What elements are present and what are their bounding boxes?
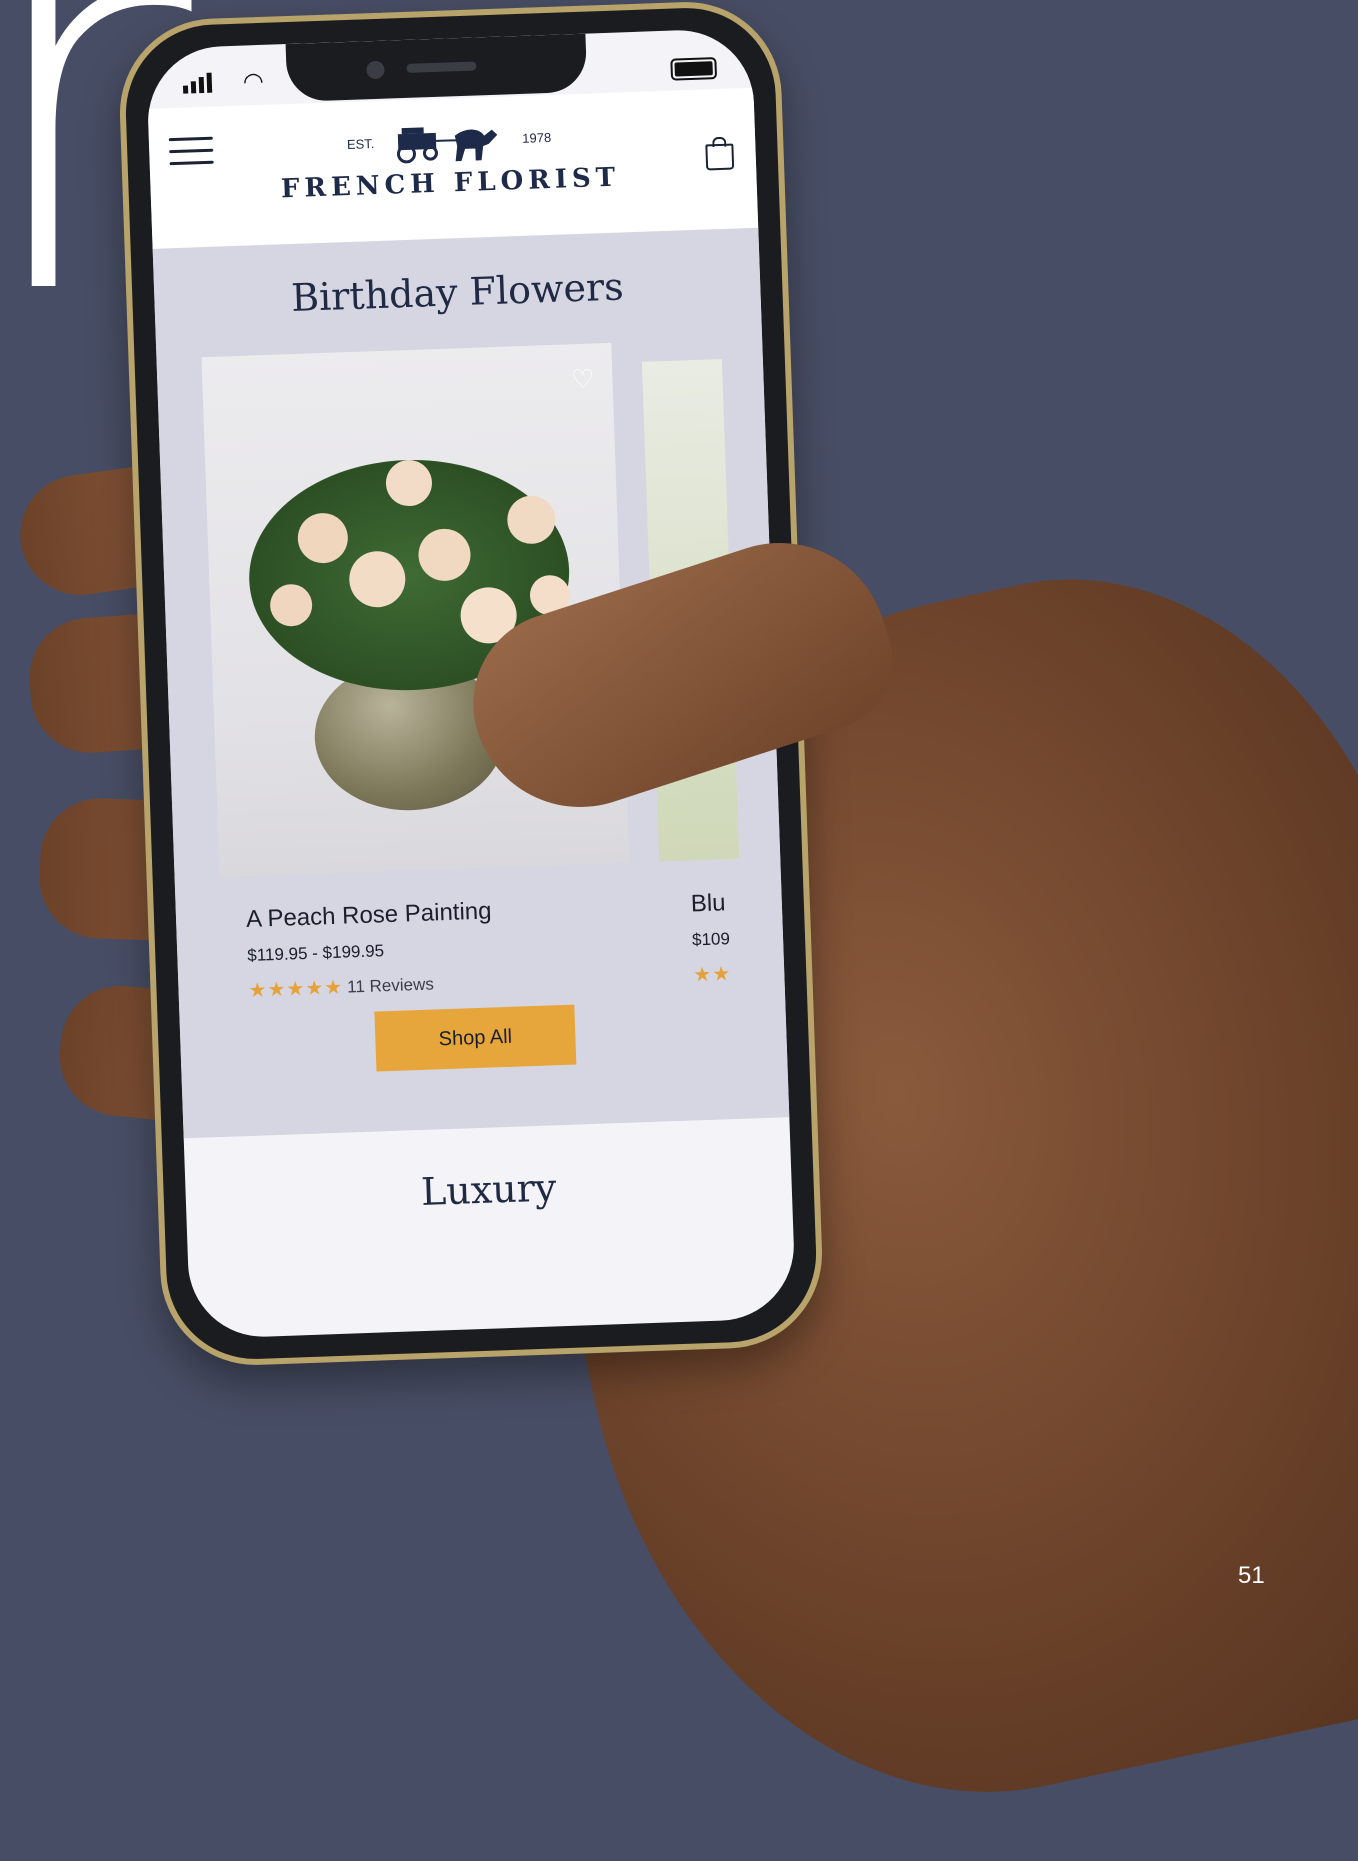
star-icon: ★ bbox=[248, 979, 267, 1002]
favorite-heart-icon[interactable]: ♡ bbox=[571, 364, 595, 396]
shop-all-button[interactable]: Shop All bbox=[374, 1004, 577, 1072]
reviews-count[interactable]: 11 Reviews bbox=[347, 974, 434, 997]
brand-logo[interactable]: EST. 1978 FRENCH FLORIST bbox=[248, 111, 651, 205]
luxury-section-title: Luxury bbox=[420, 1165, 558, 1215]
star-icon: ★ bbox=[323, 976, 343, 1000]
signal-bars-icon bbox=[182, 72, 213, 94]
section-title: Birthday Flowers bbox=[290, 264, 625, 321]
shopping-bag-icon[interactable] bbox=[705, 143, 735, 171]
product-rating: ★ ★ bbox=[693, 961, 732, 987]
star-icon: ★ bbox=[711, 963, 731, 986]
logo-est-label: EST. bbox=[346, 135, 375, 152]
wifi-icon: ◠ bbox=[242, 67, 265, 96]
hamburger-menu-icon[interactable] bbox=[168, 136, 214, 169]
product-price: $119.95 - $199.95 bbox=[247, 941, 385, 965]
page-number: 51 bbox=[1238, 1562, 1265, 1589]
product-price: $109 bbox=[691, 929, 731, 950]
site-header: EST. 1978 FRENCH FLORIST bbox=[147, 87, 759, 249]
product-name[interactable]: A Peach Rose Painting bbox=[246, 897, 492, 934]
brand-name: FRENCH FLORIST bbox=[280, 162, 621, 205]
product-rating: ★ ★ ★ ★ ★ 11 Reviews bbox=[248, 971, 434, 1002]
star-icon: ★ bbox=[692, 963, 712, 987]
logo-year: 1978 bbox=[521, 129, 552, 146]
star-icon: ★ bbox=[286, 978, 305, 1001]
product-name[interactable]: Blu bbox=[690, 889, 726, 918]
star-icon: ★ bbox=[267, 978, 286, 1002]
battery-icon bbox=[670, 57, 718, 81]
star-icon: ★ bbox=[304, 977, 324, 1000]
horse-carriage-icon bbox=[397, 127, 498, 164]
